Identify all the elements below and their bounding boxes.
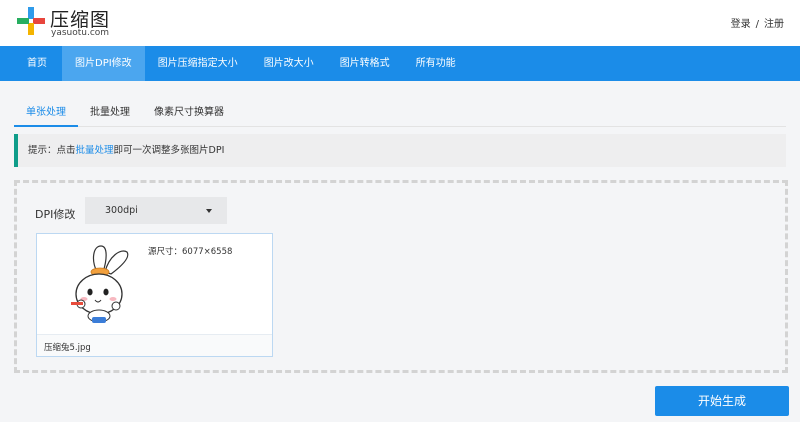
dpi-selected-value: 300dpi [105,205,138,216]
caret-down-icon [206,209,212,213]
nav-item-all-functions[interactable]: 所有功能 [403,46,469,81]
rabbit-thumbnail [53,242,133,328]
tip-batch-link[interactable]: 批量处理 [76,145,114,156]
upload-drop-area[interactable]: DPI修改 300dpi 源尺寸：6077×6558 压缩兔5.jpg [14,180,788,373]
tip-banner: 提示：点击批量处理即可一次调整多张图片DPI [14,134,786,167]
auth-links: 登录 / 注册 [731,15,784,30]
tip-prefix: 提示：点击 [28,145,76,156]
main-nav: 首页 图片DPI修改 图片压缩指定大小 图片改大小 图片转格式 所有功能 [0,46,800,81]
register-link[interactable]: 注册 [764,19,784,30]
logo-cross-icon[interactable] [17,7,45,35]
nav-item-home[interactable]: 首页 [0,46,62,81]
source-size: 源尺寸：6077×6558 [148,247,233,257]
auth-separator: / [755,19,759,30]
start-generate-button[interactable]: 开始生成 [655,386,789,416]
dpi-select[interactable]: 300dpi [85,197,227,224]
tab-single[interactable]: 单张处理 [14,104,78,127]
site-header: 压缩图 yasuotu.com 登录 / 注册 [0,0,800,46]
dpi-label: DPI修改 [35,208,76,221]
tab-batch[interactable]: 批量处理 [78,104,142,127]
tip-suffix: 即可一次调整多张图片DPI [113,145,225,156]
logo-subtitle: yasuotu.com [51,28,110,38]
tab-pixel-calculator[interactable]: 像素尺寸换算器 [142,104,236,127]
nav-item-convert-format[interactable]: 图片转格式 [327,46,403,81]
login-link[interactable]: 登录 [731,19,751,30]
mode-tabs: 单张处理 批量处理 像素尺寸换算器 [14,104,786,127]
nav-item-dpi-modify[interactable]: 图片DPI修改 [62,46,145,81]
nav-item-compress-size[interactable]: 图片压缩指定大小 [145,46,251,81]
image-card-footer: 压缩兔5.jpg [37,334,272,356]
image-card[interactable]: 源尺寸：6077×6558 压缩兔5.jpg [36,233,273,357]
nav-item-resize[interactable]: 图片改大小 [251,46,327,81]
file-name: 压缩兔5.jpg [44,343,91,353]
